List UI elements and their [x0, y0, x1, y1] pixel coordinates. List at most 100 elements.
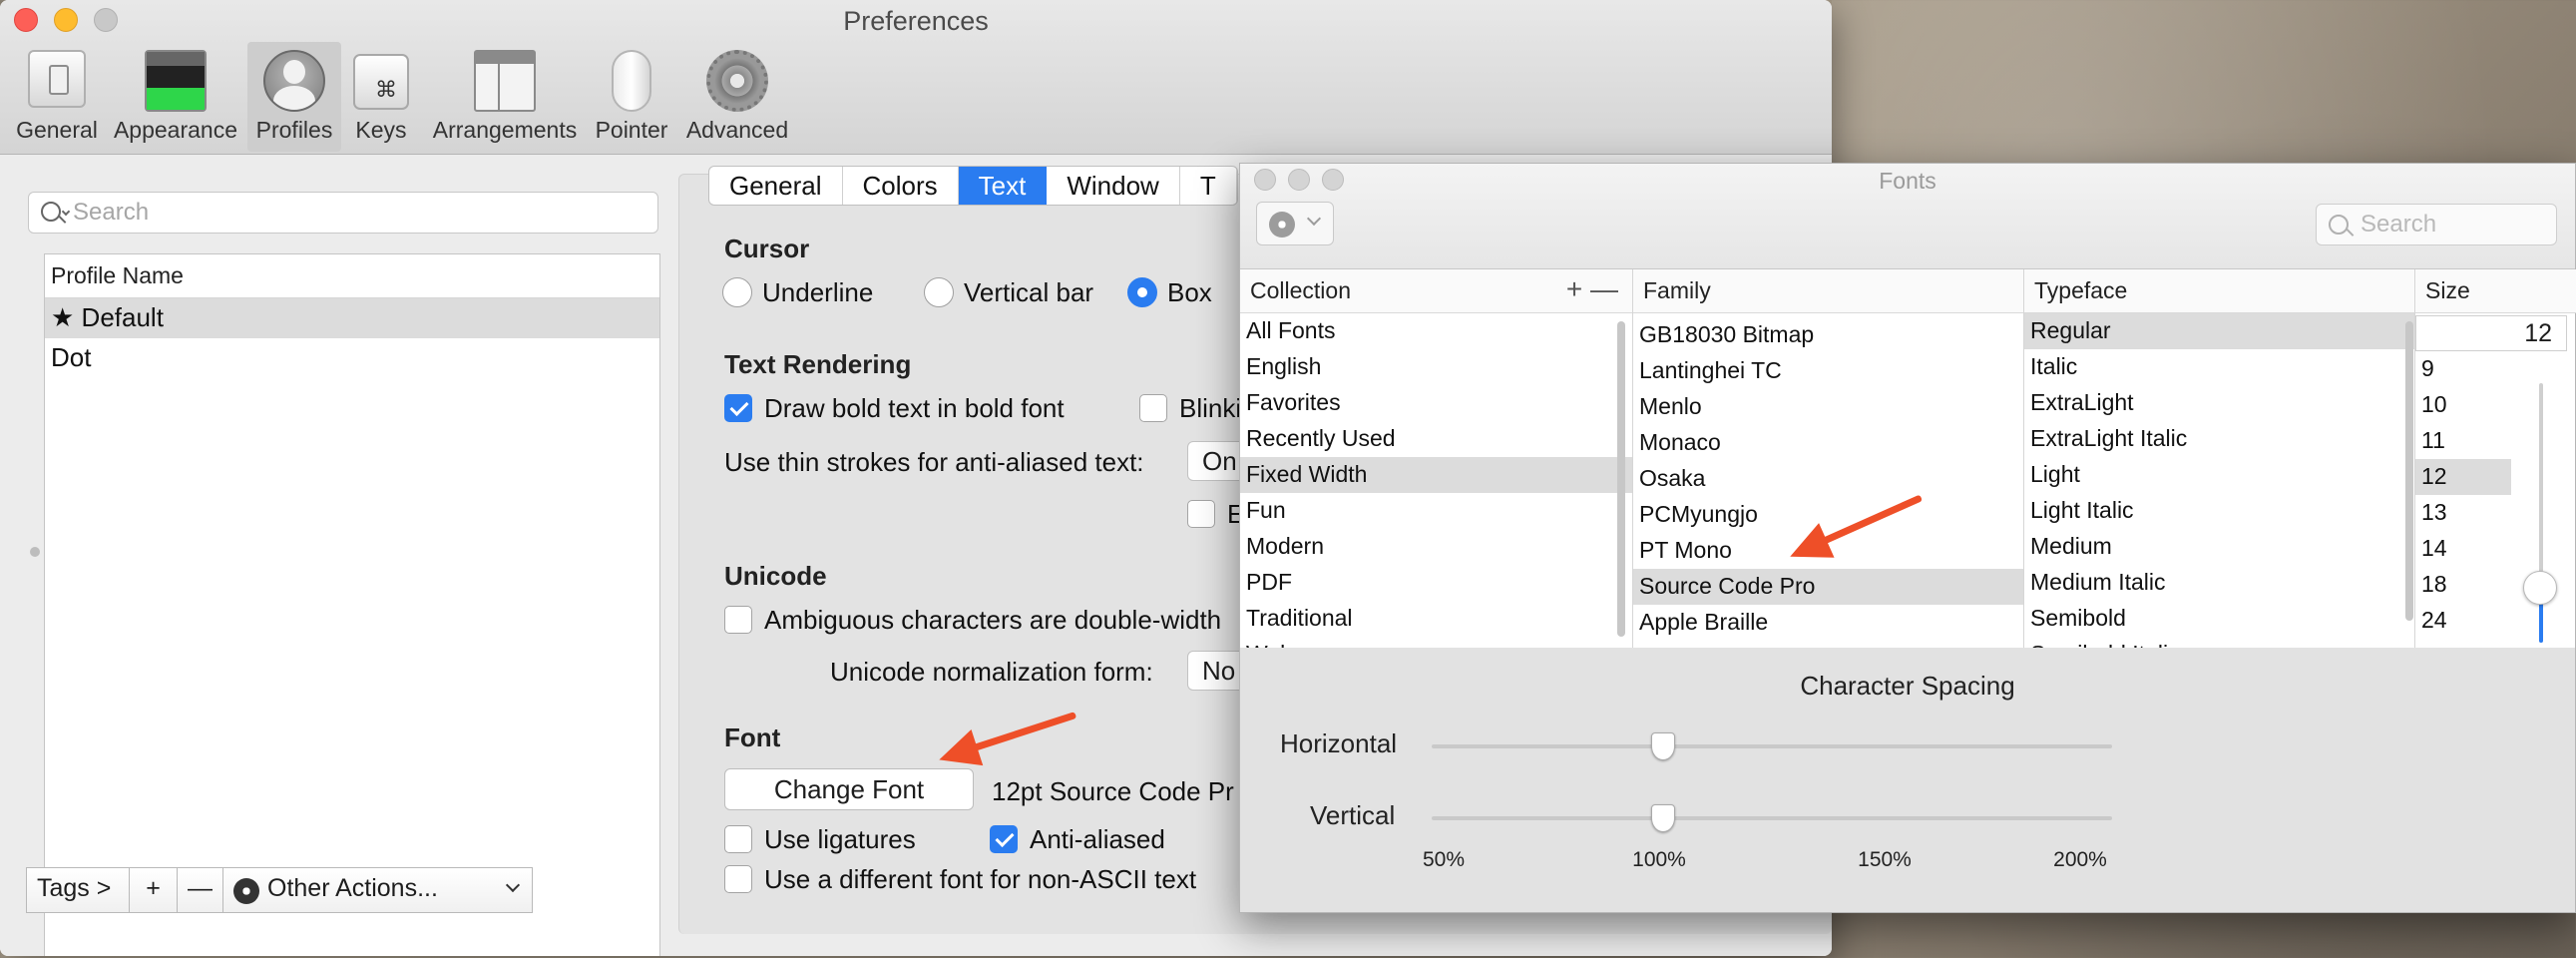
- add-profile-button[interactable]: +: [130, 867, 178, 913]
- toolbar-profiles[interactable]: Profiles: [247, 42, 341, 152]
- collection-row[interactable]: Fixed Width: [1240, 457, 1632, 493]
- search-icon: [2329, 215, 2349, 235]
- size-row[interactable]: 18: [2415, 567, 2511, 603]
- tab-general[interactable]: General: [709, 167, 843, 205]
- size-input[interactable]: 12: [2415, 315, 2567, 351]
- chevron-down-icon: [61, 207, 71, 217]
- family-row[interactable]: Apple Braille: [1633, 605, 2023, 641]
- collection-row[interactable]: Favorites: [1240, 385, 1632, 421]
- draw-bold-checkbox[interactable]: Draw bold text in bold font: [724, 393, 1065, 424]
- size-row[interactable]: 14: [2415, 531, 2511, 567]
- family-row[interactable]: Menlo: [1633, 389, 2023, 425]
- typeface-row[interactable]: ExtraLight Italic: [2024, 421, 2414, 457]
- collection-row[interactable]: Fun: [1240, 493, 1632, 529]
- collection-row[interactable]: Modern: [1240, 529, 1632, 565]
- vertical-spacing-slider[interactable]: [1432, 816, 2112, 820]
- cursor-box-radio[interactable]: Box: [1127, 277, 1212, 308]
- spacing-mark-100: 100%: [1632, 848, 1686, 871]
- typeface-column[interactable]: Typeface Regular Italic ExtraLight ExtraLig…: [2024, 269, 2415, 648]
- family-row[interactable]: Lantinghei TC: [1633, 353, 2023, 389]
- appearance-icon: [145, 50, 207, 112]
- collection-column[interactable]: Collection + — All Fonts English Favorites…: [1240, 269, 1633, 648]
- toolbar-label: Arrangements: [432, 117, 578, 143]
- family-row[interactable]: Source Code Pro: [1633, 569, 2023, 605]
- size-slider-knob[interactable]: [2523, 571, 2557, 605]
- size-row[interactable]: 11: [2415, 423, 2511, 459]
- typeface-row[interactable]: Medium: [2024, 529, 2414, 565]
- text-rendering-section-title: Text Rendering: [724, 349, 912, 379]
- typeface-row[interactable]: Regular: [2024, 313, 2414, 349]
- profile-row-dot[interactable]: Dot: [45, 338, 659, 378]
- checkbox-box: [724, 606, 752, 634]
- size-row[interactable]: 12: [2415, 459, 2511, 495]
- checkbox-box: [990, 825, 1018, 853]
- toolbar-label: Appearance: [113, 117, 238, 143]
- toolbar-keys[interactable]: ⌘ Keys: [345, 42, 417, 152]
- family-row[interactable]: Monaco: [1633, 425, 2023, 461]
- blinking-text-checkbox[interactable]: Blinki: [1139, 393, 1241, 424]
- typeface-row[interactable]: Italic: [2024, 349, 2414, 385]
- toolbar-advanced[interactable]: Advanced: [678, 42, 796, 152]
- typeface-scrollbar[interactable]: [2405, 321, 2413, 621]
- search-placeholder: Search: [2361, 211, 2437, 238]
- family-header: Family: [1633, 269, 2023, 313]
- tab-text[interactable]: Text: [958, 167, 1048, 205]
- remove-collection-button[interactable]: —: [1590, 273, 1618, 304]
- collection-row[interactable]: English: [1240, 349, 1632, 385]
- size-row[interactable]: 9: [2415, 351, 2511, 387]
- collection-row[interactable]: Traditional: [1240, 601, 1632, 637]
- collection-row[interactable]: PDF: [1240, 565, 1632, 601]
- typeface-row[interactable]: Semibold: [2024, 601, 2414, 637]
- size-slider-fill: [2539, 603, 2543, 643]
- vertical-spacing-knob[interactable]: [1651, 804, 1675, 832]
- tab-window[interactable]: Window: [1047, 167, 1180, 205]
- toolbar-label: Pointer: [595, 117, 668, 143]
- extra-checkbox[interactable]: E: [1187, 499, 1244, 530]
- add-collection-button[interactable]: +: [1566, 273, 1582, 304]
- fonts-search-input[interactable]: Search: [2316, 204, 2557, 245]
- toolbar-general[interactable]: General: [10, 42, 104, 152]
- toolbar-appearance[interactable]: Appearance: [110, 42, 241, 152]
- collection-row[interactable]: Recently Used: [1240, 421, 1632, 457]
- fonts-action-menu[interactable]: [1256, 202, 1334, 245]
- tags-button[interactable]: Tags >: [26, 867, 130, 913]
- profile-name-header[interactable]: Profile Name: [45, 254, 659, 298]
- ambiguous-width-checkbox[interactable]: Ambiguous characters are double-width: [724, 605, 1221, 636]
- family-row[interactable]: GB18030 Bitmap: [1633, 317, 2023, 353]
- size-row[interactable]: 24: [2415, 603, 2511, 639]
- collection-scrollbar[interactable]: [1617, 321, 1625, 637]
- anti-aliased-checkbox[interactable]: Anti-aliased: [990, 824, 1165, 855]
- toolbar-arrangements[interactable]: Arrangements: [427, 42, 583, 152]
- family-row[interactable]: PCMyungjo: [1633, 497, 2023, 533]
- horizontal-spacing-knob[interactable]: [1651, 732, 1675, 760]
- typeface-row[interactable]: Light Italic: [2024, 493, 2414, 529]
- remove-profile-button[interactable]: —: [178, 867, 223, 913]
- size-row[interactable]: 13: [2415, 495, 2511, 531]
- typeface-row[interactable]: Semibold Italic: [2024, 637, 2414, 648]
- profile-list[interactable]: Profile Name ★ Default Dot: [44, 253, 660, 956]
- split-view-handle[interactable]: [30, 547, 40, 557]
- toolbar-pointer[interactable]: Pointer: [589, 42, 674, 152]
- tab-colors[interactable]: Colors: [843, 167, 959, 205]
- cursor-vertical-bar-radio[interactable]: Vertical bar: [924, 277, 1093, 308]
- profile-search-input[interactable]: Search: [28, 192, 658, 234]
- collection-row[interactable]: All Fonts: [1240, 313, 1632, 349]
- family-column[interactable]: Family GB18030 Bitmap Lantinghei TC Menlo M…: [1633, 269, 2024, 648]
- use-ligatures-checkbox[interactable]: Use ligatures: [724, 824, 916, 855]
- change-font-button[interactable]: Change Font: [724, 768, 974, 810]
- tab-terminal[interactable]: T: [1180, 167, 1237, 205]
- typeface-row[interactable]: ExtraLight: [2024, 385, 2414, 421]
- typeface-row[interactable]: Medium Italic: [2024, 565, 2414, 601]
- other-actions-menu[interactable]: Other Actions...: [223, 867, 533, 913]
- size-row[interactable]: 10: [2415, 387, 2511, 423]
- typeface-row[interactable]: Light: [2024, 457, 2414, 493]
- family-row[interactable]: Osaka: [1633, 461, 2023, 497]
- radio-circle: [924, 277, 954, 307]
- chevron-down-icon: [1306, 211, 1322, 227]
- profile-row-default[interactable]: ★ Default: [45, 298, 659, 338]
- horizontal-spacing-slider[interactable]: [1432, 744, 2112, 748]
- collection-row[interactable]: Web: [1240, 637, 1632, 648]
- cursor-underline-radio[interactable]: Underline: [722, 277, 873, 308]
- non-ascii-font-checkbox[interactable]: Use a different font for non-ASCII text: [724, 864, 1196, 895]
- checkbox-box: [724, 865, 752, 893]
